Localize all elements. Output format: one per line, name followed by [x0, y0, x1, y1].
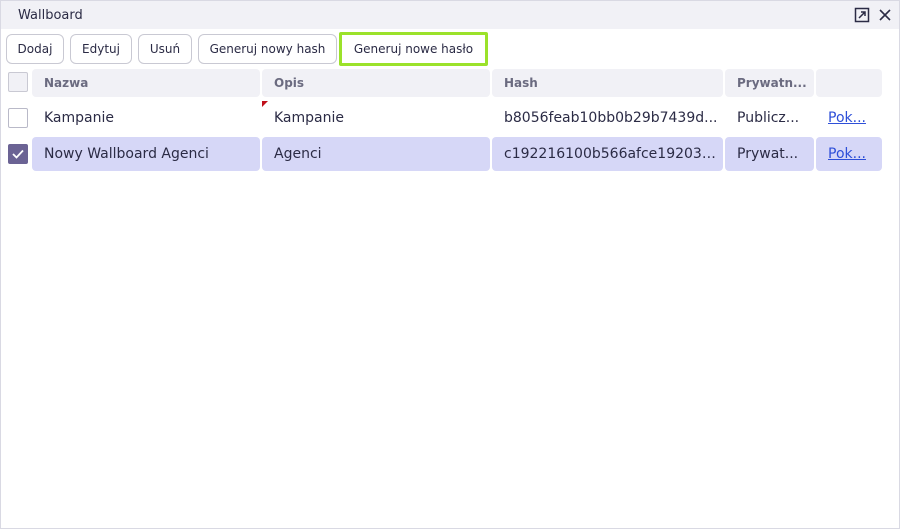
wallboard-window: Wallboard Dodaj Edytuj Usuń Generuj nowy… — [0, 0, 900, 529]
cell-action: Pok... — [816, 101, 882, 135]
generate-hash-button[interactable]: Generuj nowy hash — [198, 34, 337, 64]
cell-action: Pok... — [816, 137, 882, 171]
cell-private: Publicz... — [737, 110, 800, 126]
generate-password-button[interactable]: Generuj nowe hasło — [339, 32, 488, 66]
column-header-private[interactable]: Prywatn... — [725, 69, 814, 97]
window-title: Wallboard — [18, 8, 83, 23]
show-link[interactable]: Pok... — [828, 110, 866, 126]
table-row[interactable]: Kampanie Kampanie b8056feab10bb0b29b7439… — [6, 101, 882, 135]
column-header-description[interactable]: Opis — [262, 69, 490, 97]
select-all-checkbox[interactable] — [8, 72, 28, 92]
show-link[interactable]: Pok... — [828, 146, 866, 162]
column-header-name[interactable]: Nazwa — [32, 69, 260, 97]
check-icon — [12, 149, 24, 159]
table-row[interactable]: Nowy Wallboard Agenci Agenci c192216100b… — [6, 137, 882, 171]
column-header-hash[interactable]: Hash — [492, 69, 723, 97]
delete-button[interactable]: Usuń — [138, 34, 192, 64]
popout-icon[interactable] — [853, 6, 871, 24]
title-bar: Wallboard — [1, 1, 899, 29]
cell-hash: c192216100b566afce192037e... — [492, 137, 723, 171]
cell-name: Nowy Wallboard Agenci — [32, 137, 260, 171]
close-icon[interactable] — [876, 6, 894, 24]
cell-name: Kampanie — [44, 110, 114, 126]
cell-description: Agenci — [262, 137, 490, 171]
cell-private: Prywat... — [725, 137, 814, 171]
add-button[interactable]: Dodaj — [6, 34, 64, 64]
cell-description: Kampanie — [274, 110, 344, 126]
column-header-actions — [816, 69, 882, 97]
row-checkbox[interactable] — [8, 144, 28, 164]
row-checkbox[interactable] — [8, 108, 28, 128]
edit-button[interactable]: Edytuj — [70, 34, 132, 64]
cell-hash: b8056feab10bb0b29b7439d... — [504, 110, 718, 126]
